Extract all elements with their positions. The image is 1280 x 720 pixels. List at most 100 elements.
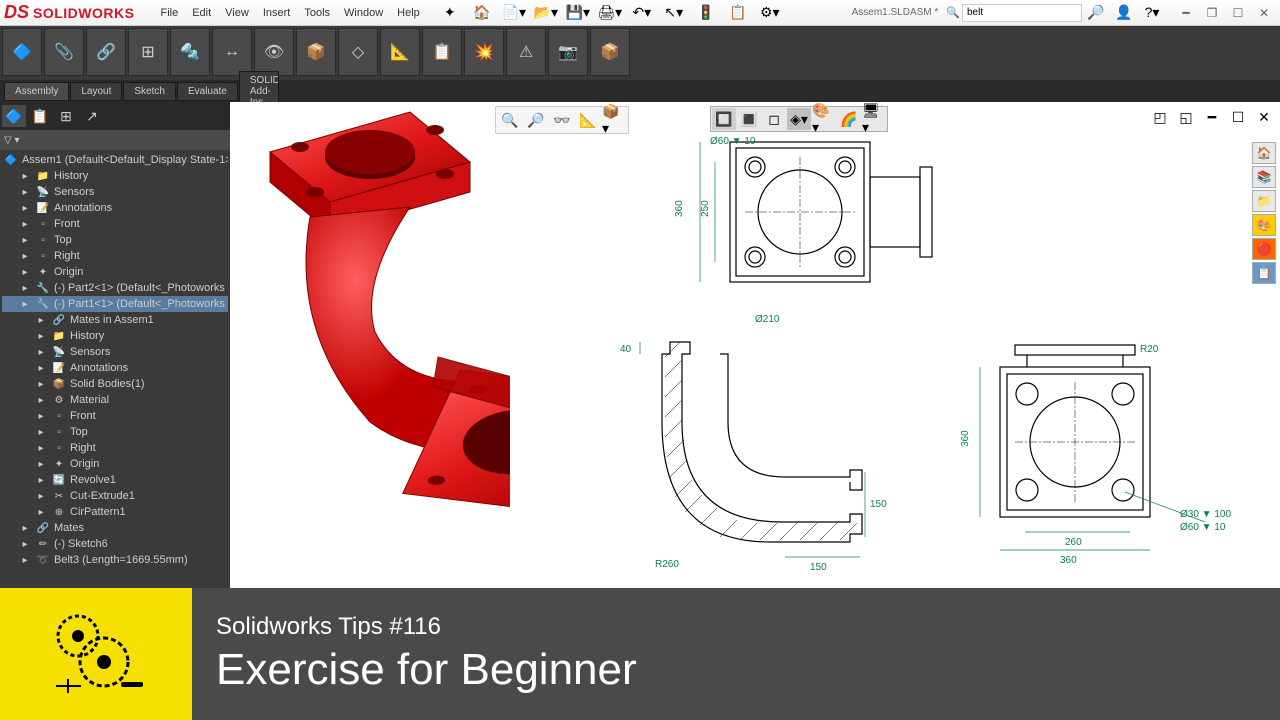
menu-window[interactable]: Window bbox=[338, 5, 389, 21]
features-button[interactable]: 📦 bbox=[296, 28, 336, 76]
zoom-area-icon[interactable]: 🔎 bbox=[524, 109, 548, 131]
menu-file[interactable]: File bbox=[154, 5, 184, 21]
scene-icon[interactable]: 🎨▾ bbox=[812, 108, 836, 130]
explorer-tab-icon[interactable]: 📁 bbox=[1252, 190, 1276, 212]
minimize-icon[interactable]: ━ bbox=[1174, 4, 1198, 22]
home-icon[interactable]: 🏠 bbox=[468, 2, 496, 24]
property-tab-icon[interactable]: 📋 bbox=[28, 105, 52, 127]
new-icon[interactable]: 📄▾ bbox=[500, 2, 528, 24]
tree-item[interactable]: ▸▫Right bbox=[2, 440, 228, 456]
tree-item[interactable]: ▸🔗Mates bbox=[2, 520, 228, 536]
rebuild-icon[interactable]: 🚦 bbox=[692, 2, 720, 24]
tree-item[interactable]: ▸⚙Material bbox=[2, 392, 228, 408]
settings-icon[interactable]: ⚙▾ bbox=[756, 2, 784, 24]
tree-item[interactable]: ▸📁History bbox=[2, 168, 228, 184]
tab-sketch[interactable]: Sketch bbox=[123, 82, 176, 101]
tree-item[interactable]: ▸🔧(-) Part2<1> (Default<_Photoworks bbox=[2, 280, 228, 296]
vp-close-icon[interactable]: ✕ bbox=[1252, 106, 1276, 128]
view-orient-icon[interactable]: 📦▾ bbox=[602, 109, 626, 131]
new-study-button[interactable]: 📐 bbox=[380, 28, 420, 76]
shaded-icon[interactable]: 🔳 bbox=[737, 108, 761, 130]
smart-fasteners-button[interactable]: 🔩 bbox=[170, 28, 210, 76]
tab-evaluate[interactable]: Evaluate bbox=[177, 82, 238, 101]
restore-icon[interactable]: ❐ bbox=[1200, 4, 1224, 22]
search-input[interactable] bbox=[962, 4, 1082, 22]
feature-tree[interactable]: 🔷Assem1 (Default<Default_Display State-1… bbox=[0, 150, 230, 608]
tree-root[interactable]: 🔷Assem1 (Default<Default_Display State-1… bbox=[2, 152, 228, 168]
tree-item[interactable]: ▸➰Belt3 (Length=1669.55mm) bbox=[2, 552, 228, 568]
tree-item[interactable]: ▸📁History bbox=[2, 328, 228, 344]
tree-item[interactable]: ▸✂Cut-Extrude1 bbox=[2, 488, 228, 504]
view-settings-icon[interactable]: 🖥▾ bbox=[862, 108, 886, 130]
menu-view[interactable]: View bbox=[219, 5, 255, 21]
palette-tab-icon[interactable]: 🎨 bbox=[1252, 214, 1276, 236]
vp-cascade-icon[interactable]: ◱ bbox=[1174, 106, 1198, 128]
tree-item[interactable]: ▸⊕CirPattern1 bbox=[2, 504, 228, 520]
user-icon[interactable]: 👤 bbox=[1110, 2, 1138, 24]
menu-help[interactable]: Help bbox=[391, 5, 426, 21]
hidden-removed-icon[interactable]: ◻ bbox=[762, 108, 786, 130]
menu-tools[interactable]: Tools bbox=[298, 5, 336, 21]
edit-component-button[interactable]: 🔷 bbox=[2, 28, 42, 76]
maximize-icon[interactable]: ☐ bbox=[1226, 4, 1250, 22]
help-icon[interactable]: ?▾ bbox=[1138, 2, 1166, 24]
tree-item[interactable]: ▸▫Top bbox=[2, 232, 228, 248]
config-tab-icon[interactable]: ⊞ bbox=[54, 105, 78, 127]
exploded-button[interactable]: 💥 bbox=[464, 28, 504, 76]
tree-item[interactable]: ▸▫Front bbox=[2, 408, 228, 424]
dimxpert-tab-icon[interactable]: ↗ bbox=[80, 105, 104, 127]
appearances-tab-icon[interactable]: 🔴 bbox=[1252, 238, 1276, 260]
vp-max-icon[interactable]: ☐ bbox=[1226, 106, 1250, 128]
tree-item[interactable]: ▸🔄Revolve1 bbox=[2, 472, 228, 488]
tree-item[interactable]: ▸✦Origin bbox=[2, 456, 228, 472]
insert-component-button[interactable]: 📎 bbox=[44, 28, 84, 76]
tree-item[interactable]: ▸▫Top bbox=[2, 424, 228, 440]
print-icon[interactable]: 🖨▾ bbox=[596, 2, 624, 24]
move-button[interactable]: ↔ bbox=[212, 28, 252, 76]
reference-button[interactable]: ◇ bbox=[338, 28, 378, 76]
tree-item[interactable]: ▸🔗Mates in Assem1 bbox=[2, 312, 228, 328]
star-icon[interactable]: ✦ bbox=[436, 2, 464, 24]
custom-tab-icon[interactable]: 📋 bbox=[1252, 262, 1276, 284]
tab-assembly[interactable]: Assembly bbox=[4, 82, 69, 101]
pattern-button[interactable]: ⊞ bbox=[128, 28, 168, 76]
close-icon[interactable]: ✕ bbox=[1252, 4, 1276, 22]
speedpak-button[interactable]: 📷 bbox=[548, 28, 588, 76]
snapshot-button[interactable]: 📦 bbox=[590, 28, 630, 76]
open-icon[interactable]: 📂▾ bbox=[532, 2, 560, 24]
bom-button[interactable]: 📋 bbox=[422, 28, 462, 76]
shaded-edges-icon[interactable]: 🔲 bbox=[712, 108, 736, 130]
zoom-fit-icon[interactable]: 🔍 bbox=[498, 109, 522, 131]
tree-item[interactable]: ▸🔧(-) Part1<1> (Default<_Photoworks bbox=[2, 296, 228, 312]
tree-item[interactable]: ▸📡Sensors bbox=[2, 184, 228, 200]
feature-tree-tab-icon[interactable]: 🔷 bbox=[2, 105, 26, 127]
tree-item[interactable]: ▸📡Sensors bbox=[2, 344, 228, 360]
tree-item[interactable]: ▸📝Annotations bbox=[2, 360, 228, 376]
tree-item[interactable]: ▸✦Origin bbox=[2, 264, 228, 280]
library-tab-icon[interactable]: 📚 bbox=[1252, 166, 1276, 188]
vp-min-icon[interactable]: ━ bbox=[1200, 106, 1224, 128]
tree-item[interactable]: ▸📦Solid Bodies(1) bbox=[2, 376, 228, 392]
tab-layout[interactable]: Layout bbox=[70, 82, 122, 101]
save-icon[interactable]: 💾▾ bbox=[564, 2, 592, 24]
show-hidden-button[interactable]: 👁 bbox=[254, 28, 294, 76]
options-icon[interactable]: 📋 bbox=[724, 2, 752, 24]
tree-item[interactable]: ▸▫Right bbox=[2, 248, 228, 264]
select-icon[interactable]: ↖▾ bbox=[660, 2, 688, 24]
home-tab-icon[interactable]: 🏠 bbox=[1252, 142, 1276, 164]
undo-icon[interactable]: ↶▾ bbox=[628, 2, 656, 24]
tree-item[interactable]: ▸✏(-) Sketch6 bbox=[2, 536, 228, 552]
graphics-viewport[interactable]: 🔍 🔎 👓 📐 📦▾ 🔲 🔳 ◻ ◈▾ 🎨▾ 🌈 🖥▾ ◰ ◱ ━ ☐ ✕ 🏠 … bbox=[230, 102, 1280, 608]
menu-insert[interactable]: Insert bbox=[257, 5, 297, 21]
tree-item[interactable]: ▸📝Annotations bbox=[2, 200, 228, 216]
instant3d-button[interactable]: ⚠ bbox=[506, 28, 546, 76]
section-view-icon[interactable]: 📐 bbox=[576, 109, 600, 131]
wireframe-icon[interactable]: ◈▾ bbox=[787, 108, 811, 130]
appearance-icon[interactable]: 🌈 bbox=[837, 108, 861, 130]
tree-filter[interactable]: ▽ ▾ bbox=[0, 130, 230, 150]
menu-edit[interactable]: Edit bbox=[186, 5, 217, 21]
tree-item[interactable]: ▸▫Front bbox=[2, 216, 228, 232]
search-go-icon[interactable]: 🔎 bbox=[1082, 2, 1110, 24]
vp-tile-icon[interactable]: ◰ bbox=[1148, 106, 1172, 128]
prev-view-icon[interactable]: 👓 bbox=[550, 109, 574, 131]
